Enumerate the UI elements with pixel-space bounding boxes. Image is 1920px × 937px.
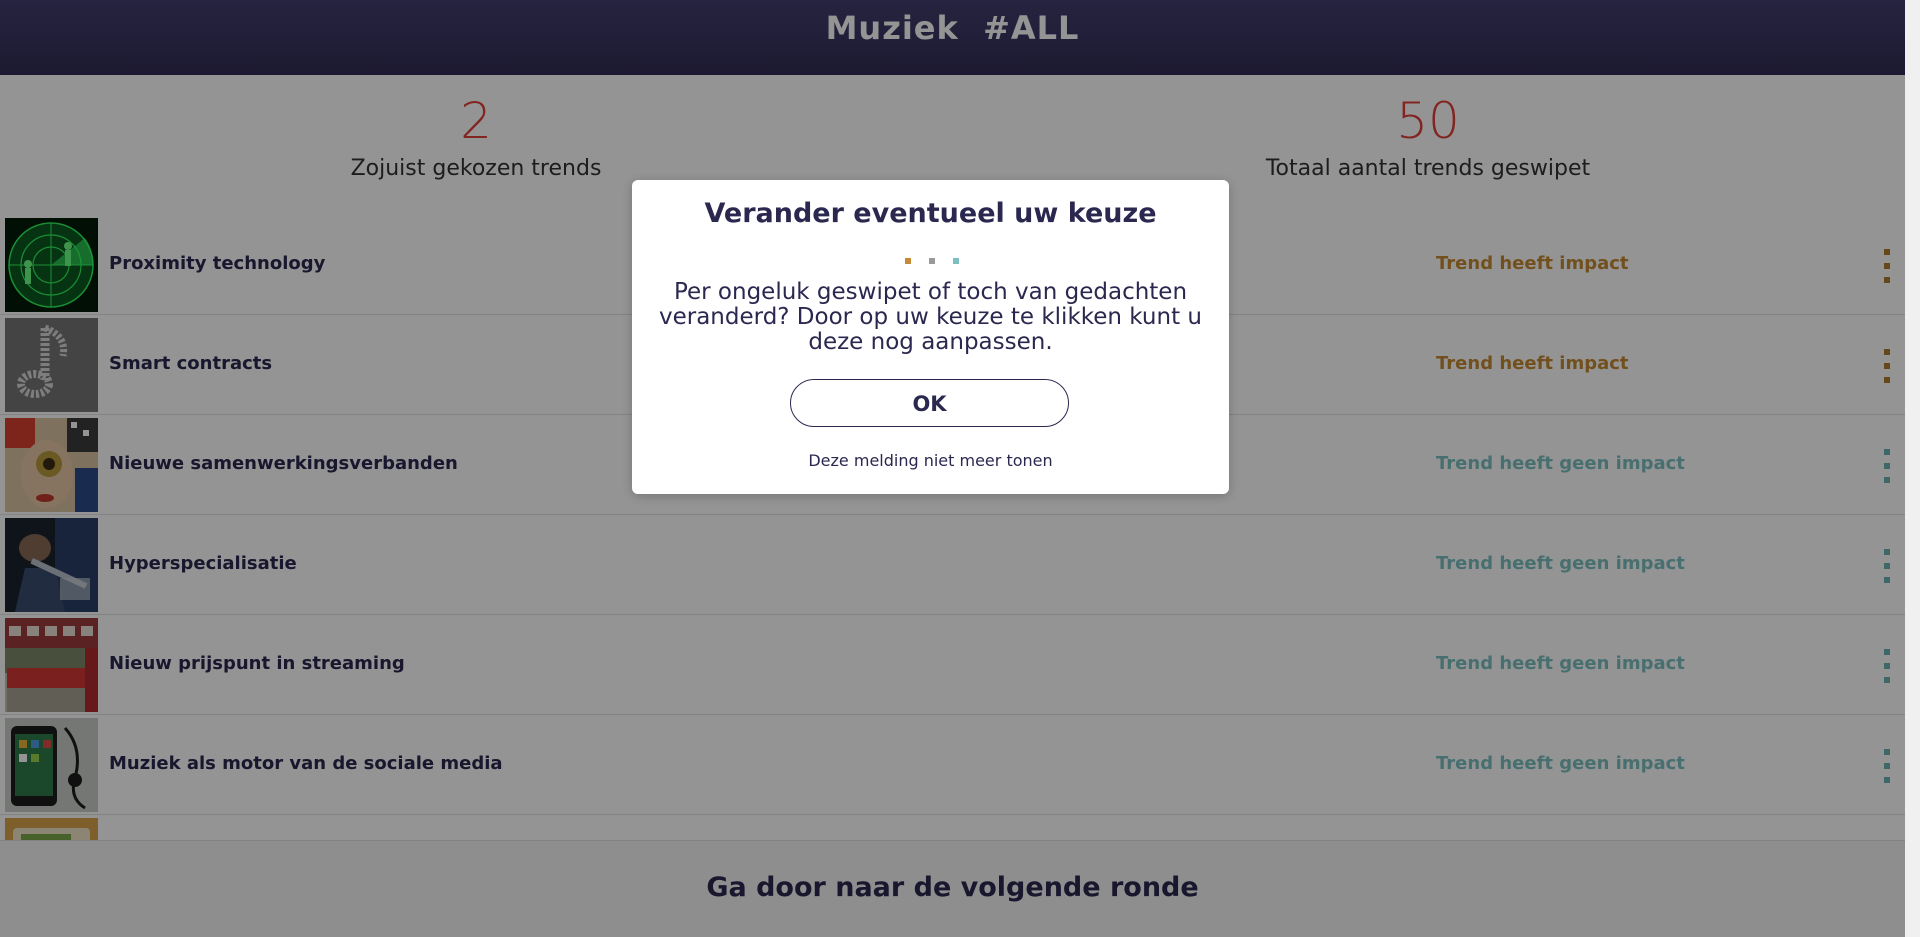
ok-button[interactable]: OK: [790, 379, 1069, 427]
app: Muziek #ALL 2 Zojuist gekozen trends 50 …: [0, 0, 1905, 937]
page-scrollbar[interactable]: [1905, 0, 1920, 937]
dialog-message: Per ongeluk geswipet of toch van gedacht…: [659, 279, 1202, 355]
dont-show-again-link[interactable]: Deze melding niet meer tonen: [632, 450, 1229, 472]
change-choice-dialog: Verander eventueel uw keuze Per ongeluk …: [632, 180, 1229, 494]
dots-divider-icon: [900, 258, 960, 266]
dialog-title: Verander eventueel uw keuze: [704, 198, 1157, 229]
